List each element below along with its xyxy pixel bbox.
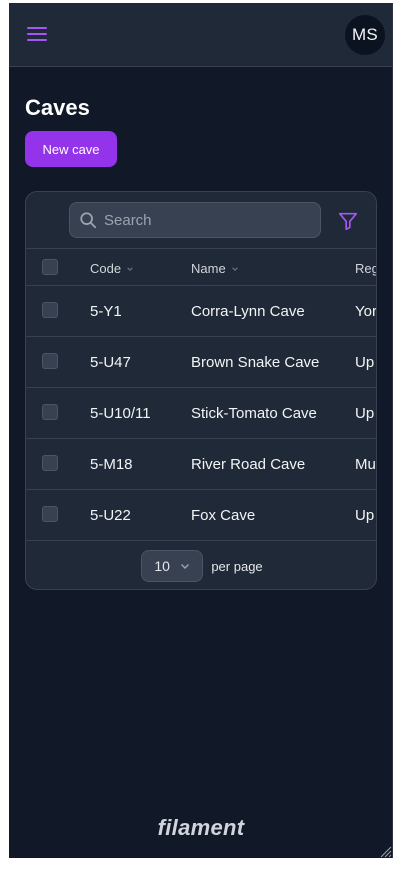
resize-grip-icon[interactable] [378, 844, 392, 858]
filament-logo: filament [157, 815, 245, 840]
top-bar: MS [9, 3, 392, 67]
column-header-name[interactable]: Name [191, 261, 239, 276]
search-icon [80, 212, 97, 229]
sort-chevron-icon [231, 266, 238, 271]
cell-name: River Road Cave [191, 456, 306, 473]
cell-code: 5-Y1 [90, 303, 122, 320]
cell-name: Brown Snake Cave [191, 354, 320, 371]
avatar[interactable]: MS [345, 15, 385, 55]
cell-code: 5-U47 [90, 354, 131, 371]
cell-code: 5-U10/11 [90, 405, 151, 422]
hamburger-icon[interactable] [27, 25, 47, 43]
cell-region: Yor [355, 303, 377, 320]
row-checkbox[interactable] [42, 302, 58, 318]
caves-table: Code Name Reg 5-Y1 Corra-Lynn Cave Yor 5… [26, 248, 377, 541]
pagination-bar: 10 per page [26, 542, 376, 589]
cell-region: Mu [355, 456, 376, 473]
select-all-checkbox[interactable] [42, 259, 58, 275]
column-header-label: Name [191, 261, 226, 276]
cell-code: 5-M18 [90, 456, 133, 473]
row-checkbox[interactable] [42, 506, 58, 522]
table-header: Code Name Reg [26, 248, 377, 286]
row-checkbox[interactable] [42, 353, 58, 369]
row-checkbox[interactable] [42, 404, 58, 420]
per-page-label: per page [211, 558, 263, 574]
per-page-select[interactable]: 10 [141, 550, 204, 582]
caves-table-card: Code Name Reg 5-Y1 Corra- [25, 191, 377, 590]
row-checkbox[interactable] [42, 455, 58, 471]
cell-region: Up [355, 354, 375, 371]
sort-chevron-icon [127, 266, 133, 271]
cell-code: 5-U22 [90, 507, 131, 524]
table-row[interactable]: 5-U10/11 Stick-Tomato Cave Up [26, 388, 376, 439]
cell-name: Corra-Lynn Cave [191, 303, 305, 320]
table-row[interactable]: 5-Y1 Corra-Lynn Cave Yor [26, 286, 377, 337]
chevron-down-icon [180, 564, 189, 569]
column-header-code[interactable]: Code [90, 261, 134, 276]
table-row[interactable]: 5-M18 River Road Cave Mu [26, 439, 376, 490]
search-field[interactable] [69, 202, 321, 238]
table-row[interactable]: 5-U47 Brown Snake Cave Up [26, 337, 376, 388]
table-row[interactable]: 5-U22 Fox Cave Up [26, 490, 376, 541]
search-input[interactable] [104, 203, 314, 237]
app-viewport: MS Caves New cave Code [9, 3, 393, 858]
column-header-label: Reg [355, 261, 377, 276]
funnel-icon[interactable] [337, 210, 359, 232]
cell-name: Fox Cave [191, 507, 256, 524]
cell-region: Up [355, 405, 375, 422]
per-page-value: 10 [154, 558, 170, 574]
page-title: Caves [25, 95, 90, 120]
cell-name: Stick-Tomato Cave [191, 405, 317, 422]
column-header-label: Code [90, 261, 122, 276]
cell-region: Up [355, 507, 375, 524]
column-header-region[interactable]: Reg [355, 261, 377, 276]
new-cave-button[interactable]: New cave [25, 131, 117, 167]
